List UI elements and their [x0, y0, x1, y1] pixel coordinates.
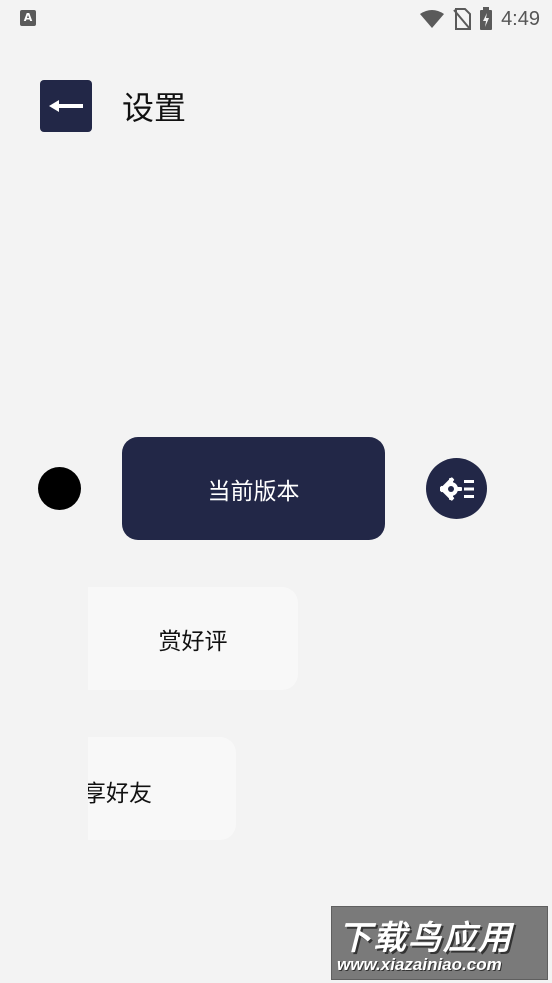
share-label: 享好友 [88, 781, 152, 807]
wifi-icon [420, 10, 445, 28]
rate-label: 赏好评 [158, 628, 228, 655]
status-bar: A 4:49 [0, 0, 552, 38]
gear-list-icon [439, 476, 474, 501]
settings-button[interactable] [426, 458, 487, 519]
status-time: 4:49 [501, 7, 540, 30]
arrow-left-icon [49, 100, 83, 112]
share-button[interactable]: 享好友 [88, 737, 236, 840]
no-sim-icon [453, 8, 472, 30]
app-notification-icon: A [20, 10, 36, 26]
back-button[interactable] [40, 80, 92, 132]
black-dot [38, 467, 81, 510]
battery-charging-icon [480, 7, 493, 30]
watermark-url: www.xiazainiao.com [337, 955, 502, 974]
page-title: 设置 [122, 89, 187, 127]
current-version-label: 当前版本 [207, 478, 300, 505]
rate-button[interactable]: 赏好评 [88, 587, 298, 690]
status-icons: 4:49 [419, 6, 540, 32]
watermark-logo: 下载鸟应用 www.xiazainiao.com [331, 906, 548, 980]
current-version-button[interactable]: 当前版本 [122, 437, 385, 540]
header: 设置 [40, 80, 186, 132]
watermark-title: 下载鸟应用 [338, 918, 513, 957]
